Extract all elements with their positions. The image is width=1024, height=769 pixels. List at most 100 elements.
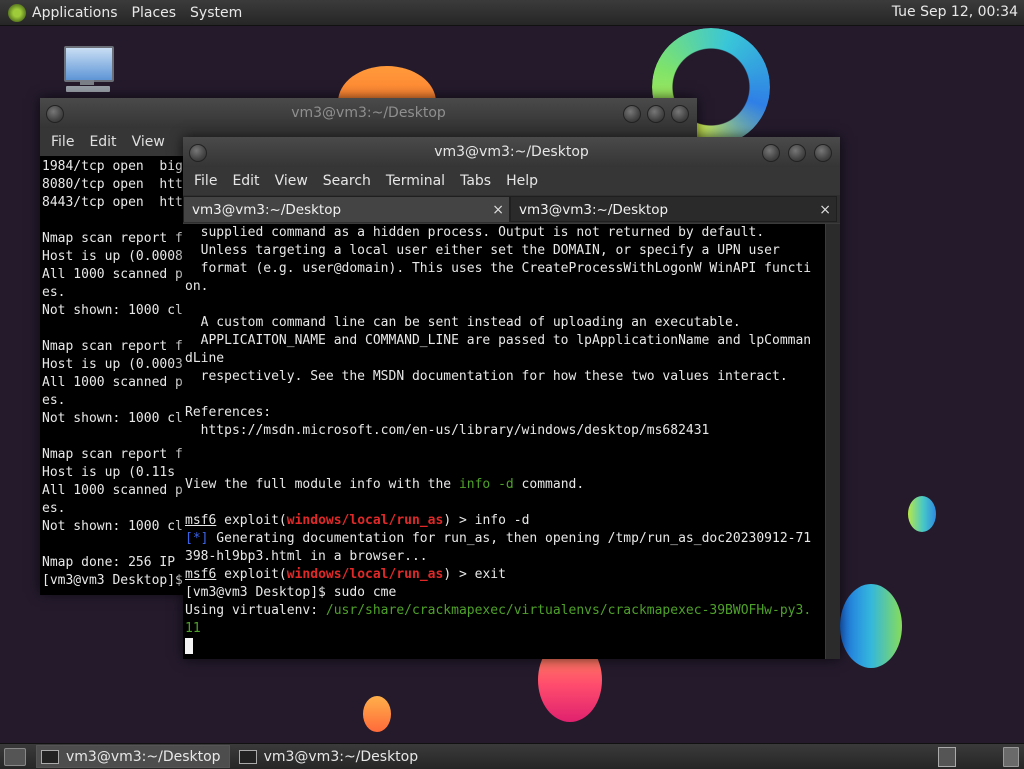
wallpaper-small-orange-egg: [363, 696, 391, 732]
term-line: APPLICAITON_NAME and COMMAND_LINE are pa…: [185, 333, 812, 348]
term-line: [185, 458, 825, 476]
show-desktop-icon[interactable]: [4, 747, 26, 766]
term-text: exploit(: [216, 513, 287, 528]
menu-search[interactable]: Search: [323, 173, 371, 189]
tab-label: vm3@vm3:~/Desktop: [519, 202, 669, 218]
distro-logo-icon[interactable]: [8, 3, 26, 22]
taskbar-label: vm3@vm3:~/Desktop: [66, 748, 221, 765]
minimize-icon[interactable]: [762, 144, 780, 162]
top-panel: Applications Places System Tue Sep 12, 0…: [0, 0, 1024, 26]
term-line: [vm3@vm3 Desktop]$ sudo cme: [185, 585, 397, 600]
menu-view[interactable]: View: [132, 134, 165, 150]
menu-applications[interactable]: Applications: [32, 5, 118, 21]
term-line: 8080/tcp open htt: [42, 177, 183, 192]
maximize-icon[interactable]: [647, 105, 665, 123]
close-icon[interactable]: [814, 144, 832, 162]
term-line: es.: [42, 501, 66, 516]
front-terminal-window[interactable]: vm3@vm3:~/Desktop File Edit View Search …: [183, 137, 840, 659]
term-line: [185, 440, 825, 458]
menu-terminal[interactable]: Terminal: [386, 173, 445, 189]
wallpaper-large-green-egg: [840, 584, 902, 668]
window-menu-icon[interactable]: [46, 105, 64, 123]
term-line: on.: [185, 279, 209, 294]
taskbar-label: vm3@vm3:~/Desktop: [263, 748, 419, 765]
term-line: [185, 296, 825, 314]
terminal-scrollbar[interactable]: [826, 224, 840, 659]
term-line: respectively. See the MSDN documentation…: [185, 369, 788, 384]
info-command-highlight: info -d: [458, 477, 514, 492]
tab-close-icon[interactable]: ×: [492, 197, 504, 223]
taskbar-item-2[interactable]: vm3@vm3:~/Desktop: [234, 745, 428, 768]
term-text: Using virtualenv:: [185, 603, 326, 618]
back-terminal-output[interactable]: 1984/tcp open big 8080/tcp open htt 8443/t…: [40, 156, 188, 595]
terminal-tabbar: vm3@vm3:~/Desktop × vm3@vm3:~/Desktop ×: [183, 195, 840, 223]
term-line: [185, 386, 825, 404]
term-line: Host is up (0.0003: [42, 357, 183, 372]
term-line: A custom command line can be sent instea…: [185, 315, 741, 330]
tab-label: vm3@vm3:~/Desktop: [192, 202, 342, 218]
term-line: Using virtualenv: /usr/share/crackmapexe…: [185, 602, 825, 620]
panel-clock[interactable]: Tue Sep 12, 00:34: [892, 4, 1018, 20]
terminal-icon: [238, 749, 257, 764]
term-line: [42, 536, 188, 554]
term-line: [42, 428, 188, 446]
term-line: [185, 494, 825, 512]
term-line: Unless targeting a local user either set…: [185, 243, 780, 258]
term-line: format (e.g. user@domain). This uses the…: [185, 261, 812, 276]
menu-edit[interactable]: Edit: [232, 173, 259, 189]
typed-command: exit: [474, 567, 506, 582]
menu-system[interactable]: System: [190, 5, 242, 21]
menu-places[interactable]: Places: [132, 5, 177, 21]
term-line: Host is up (0.11s: [42, 465, 183, 480]
tab-2[interactable]: vm3@vm3:~/Desktop ×: [510, 196, 837, 222]
term-line: References:: [185, 405, 272, 420]
wallpaper-small-green-egg: [908, 496, 936, 532]
term-line: 398-hl9bp3.html in a browser...: [185, 549, 428, 564]
front-window-menubar: File Edit View Search Terminal Tabs Help: [183, 167, 840, 195]
bottom-panel: vm3@vm3:~/Desktop vm3@vm3:~/Desktop: [0, 743, 1024, 769]
msf-prompt: msf6: [185, 513, 217, 528]
term-line: Nmap scan report f: [42, 231, 183, 246]
trash-icon[interactable]: [1003, 747, 1019, 767]
term-text: ) >: [443, 567, 475, 582]
taskbar-item-1[interactable]: vm3@vm3:~/Desktop: [36, 745, 230, 768]
tab-1[interactable]: vm3@vm3:~/Desktop ×: [183, 196, 510, 222]
front-terminal-output[interactable]: supplied command as a hidden process. Ou…: [183, 224, 825, 659]
term-line: 11: [185, 621, 201, 636]
menu-file[interactable]: File: [51, 134, 74, 150]
venv-path: /usr/share/crackmapexec/virtualenvs/crac…: [325, 603, 812, 618]
menu-edit[interactable]: Edit: [89, 134, 116, 150]
term-text: command.: [513, 477, 585, 492]
term-line: Host is up (0.0008: [42, 249, 183, 264]
term-line: Not shown: 1000 cl: [42, 519, 183, 534]
back-window-title: vm3@vm3:~/Desktop: [291, 105, 446, 121]
close-icon[interactable]: [671, 105, 689, 123]
module-name: windows/local/run_as: [286, 513, 444, 528]
front-window-titlebar[interactable]: vm3@vm3:~/Desktop: [183, 137, 840, 167]
menu-help[interactable]: Help: [506, 173, 538, 189]
minimize-icon[interactable]: [623, 105, 641, 123]
term-line: Nmap scan report f: [42, 339, 183, 354]
workspace-switcher-icon[interactable]: [938, 747, 956, 767]
term-line: View the full module info with the info …: [185, 476, 825, 494]
window-menu-icon[interactable]: [189, 144, 207, 162]
terminal-icon: [41, 749, 59, 764]
term-line: es.: [42, 393, 66, 408]
info-tag: [*]: [185, 531, 209, 546]
term-line: Nmap done: 256 IP: [42, 555, 183, 570]
menu-tabs[interactable]: Tabs: [460, 173, 491, 189]
term-text: View the full module info with the: [185, 477, 459, 492]
term-line: All 1000 scanned p: [42, 267, 183, 282]
term-text: Generating documentation for run_as, the…: [208, 531, 812, 546]
menu-file[interactable]: File: [194, 173, 217, 189]
term-line: [42, 320, 188, 338]
tab-close-icon[interactable]: ×: [819, 197, 831, 223]
term-text: ) >: [443, 513, 475, 528]
back-window-titlebar[interactable]: vm3@vm3:~/Desktop: [40, 98, 697, 128]
menu-view[interactable]: View: [275, 173, 308, 189]
maximize-icon[interactable]: [788, 144, 806, 162]
term-line: All 1000 scanned p: [42, 483, 183, 498]
term-line: msf6 exploit(windows/local/run_as) > exi…: [185, 566, 825, 584]
term-line: https://msdn.microsoft.com/en-us/library…: [185, 423, 710, 438]
computer-desktop-icon[interactable]: [62, 46, 114, 94]
